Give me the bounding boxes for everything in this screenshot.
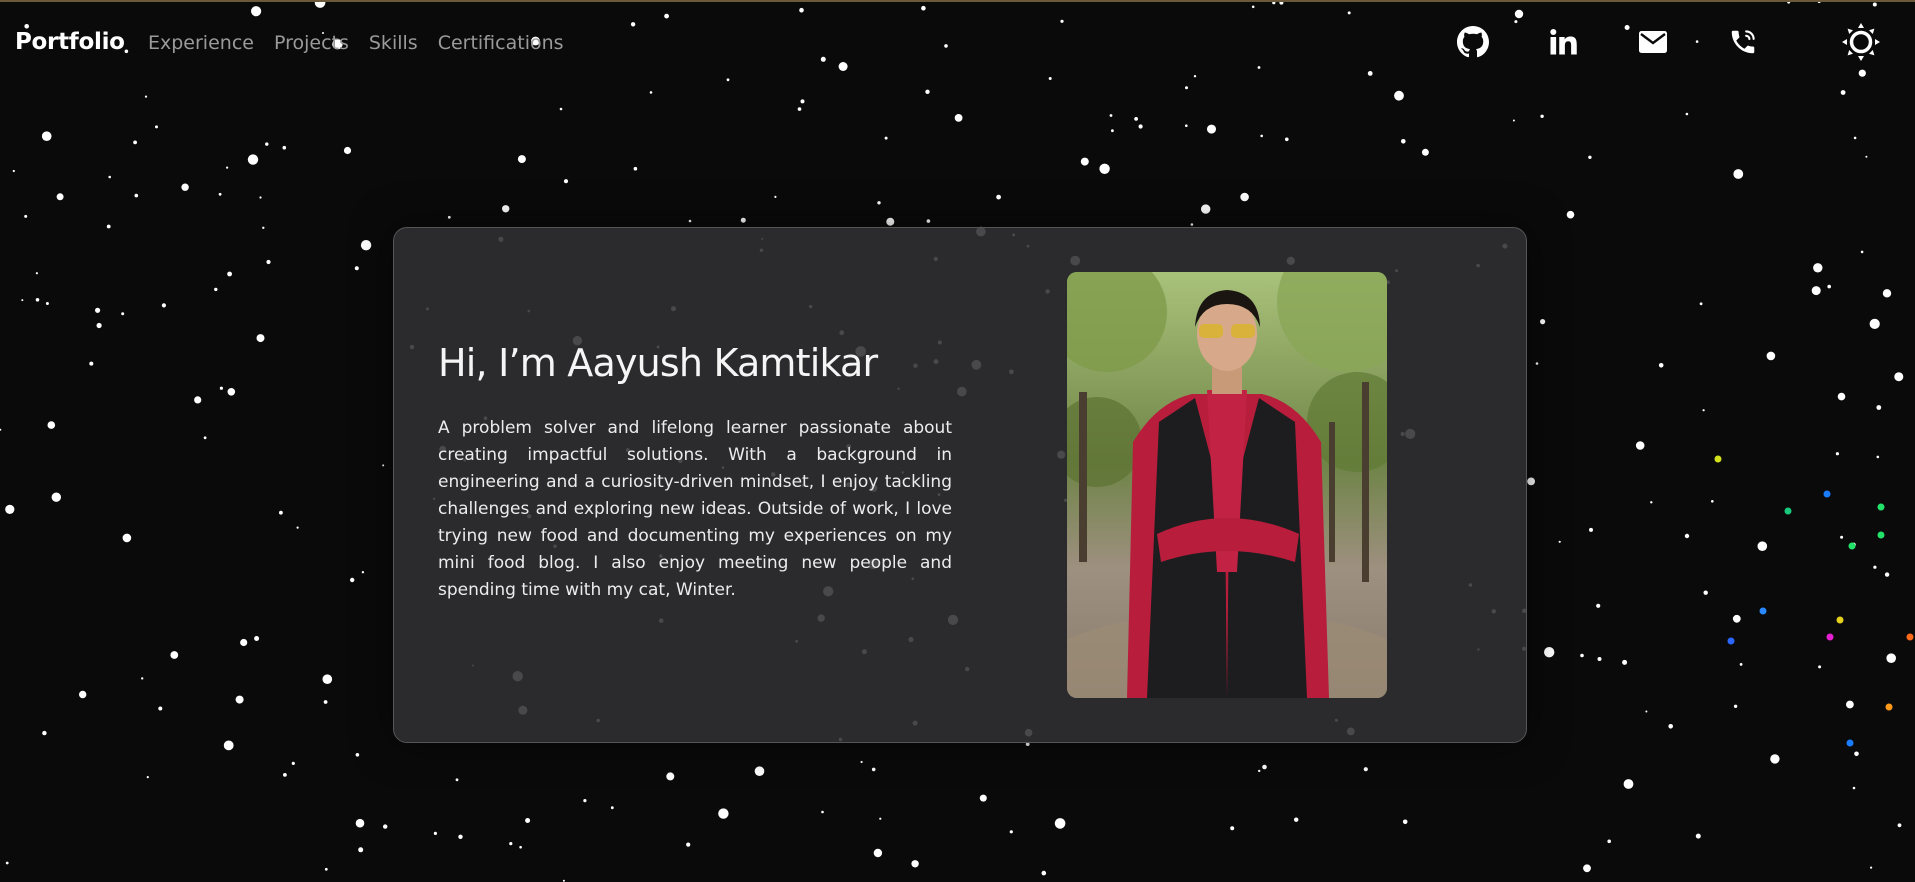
phone-icon[interactable] <box>1723 22 1763 62</box>
navbar: Portfolio Experience Projects Skills Cer… <box>0 0 1915 86</box>
brand-logo[interactable]: Portfolio <box>15 29 125 55</box>
github-icon[interactable] <box>1453 22 1493 62</box>
nav-links: Experience Projects Skills Certification… <box>148 32 584 54</box>
nav-link-skills[interactable]: Skills <box>369 32 418 54</box>
nav-link-certifications[interactable]: Certifications <box>438 32 564 54</box>
intro-title: Hi, I’m Aayush Kamtikar <box>438 341 878 385</box>
nav-link-experience[interactable]: Experience <box>148 32 254 54</box>
mail-icon[interactable] <box>1633 22 1673 62</box>
theme-toggle-sun-icon[interactable] <box>1841 22 1881 62</box>
linkedin-icon[interactable] <box>1543 22 1583 62</box>
intro-description: A problem solver and lifelong learner pa… <box>438 418 952 600</box>
nav-link-projects[interactable]: Projects <box>274 32 349 54</box>
intro-card: Hi, I’m Aayush Kamtikar A problem solver… <box>393 227 1527 743</box>
profile-photo <box>1067 272 1387 698</box>
